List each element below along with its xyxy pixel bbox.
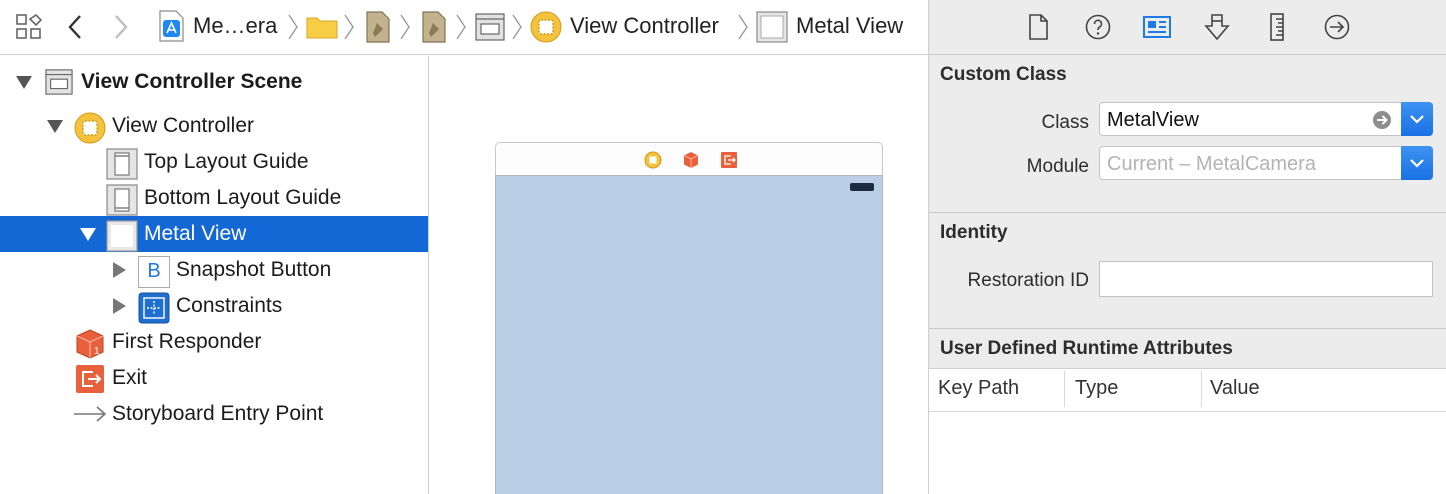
- outline-item-label: View Controller: [112, 114, 255, 137]
- breadcrumb-metal-view[interactable]: Metal View: [796, 13, 903, 39]
- view-controller-icon: [74, 112, 106, 144]
- outline-item-label: Top Layout Guide: [144, 150, 309, 173]
- entry-point-arrow-icon: [74, 406, 107, 422]
- outline-item-exit[interactable]: Exit: [0, 360, 428, 396]
- outline-item-first-responder[interactable]: 1 First Responder: [0, 324, 428, 360]
- folder-icon[interactable]: [306, 15, 338, 39]
- identity-title: Identity: [940, 222, 1008, 243]
- exit-dock-icon[interactable]: [720, 151, 738, 169]
- scene-icon[interactable]: [475, 13, 505, 41]
- first-responder-icon: 1: [76, 329, 104, 359]
- attributes-inspector-icon[interactable]: [1202, 12, 1232, 42]
- breadcrumb-project[interactable]: Me…era: [193, 13, 277, 39]
- column-separator: [1201, 371, 1202, 407]
- disclosure-triangle-icon[interactable]: [16, 76, 32, 89]
- restoration-id-field[interactable]: [1099, 261, 1433, 297]
- scene-icon: [45, 69, 73, 95]
- runtime-attributes-title: User Defined Runtime Attributes: [940, 338, 1233, 359]
- layout-guide-icon: [106, 148, 138, 180]
- class-dropdown-button[interactable]: [1401, 102, 1433, 136]
- outline-item-label: Bottom Layout Guide: [144, 186, 342, 209]
- section-divider: [929, 212, 1446, 213]
- class-label: Class: [1041, 112, 1089, 133]
- module-placeholder[interactable]: Current – MetalCamera: [1107, 153, 1316, 176]
- outline-item-storyboard-entry-point[interactable]: Storyboard Entry Point: [0, 396, 428, 432]
- disclosure-triangle-icon[interactable]: [47, 120, 63, 133]
- outline-item-label: Snapshot Button: [176, 258, 332, 281]
- outline-item-top-layout-guide[interactable]: Top Layout Guide: [0, 144, 428, 180]
- module-combo-box[interactable]: Current – MetalCamera: [1099, 146, 1433, 180]
- view-icon: [106, 220, 138, 252]
- breadcrumb-view-controller[interactable]: View Controller: [570, 13, 719, 39]
- view-icon[interactable]: [756, 11, 788, 43]
- view-controller-dock-icon[interactable]: [644, 151, 662, 169]
- chevron-down-icon: [1410, 115, 1424, 124]
- xcode-interface-builder: Me…era View Controller Metal View View C…: [0, 0, 1446, 494]
- outline-item-snapshot-button[interactable]: B Snapshot Button: [0, 252, 428, 288]
- forward-arrow-icon[interactable]: [112, 14, 130, 40]
- storyboard-file-icon[interactable]: [365, 11, 391, 43]
- go-to-class-arrow-icon[interactable]: [1372, 110, 1392, 130]
- exit-icon: [76, 365, 104, 393]
- header-bottom-border: [929, 411, 1446, 412]
- chevron-down-icon: [1410, 159, 1424, 168]
- quick-help-icon[interactable]: [1083, 12, 1113, 42]
- breadcrumb-separator-icon: [738, 14, 748, 40]
- battery-icon: [850, 183, 874, 191]
- column-header-key-path[interactable]: Key Path: [938, 377, 1019, 400]
- column-header-value[interactable]: Value: [1210, 377, 1260, 400]
- jump-bar: Me…era View Controller Metal View: [0, 0, 928, 55]
- outline-item-label: First Responder: [112, 330, 262, 353]
- outline-item-label: Exit: [112, 366, 148, 389]
- custom-class-title: Custom Class: [940, 64, 1067, 85]
- layout-guide-icon: [106, 184, 138, 216]
- column-separator: [1064, 371, 1065, 407]
- module-label: Module: [1026, 156, 1089, 177]
- button-icon-glyph: B: [147, 260, 161, 282]
- file-inspector-icon[interactable]: [1023, 12, 1053, 42]
- breadcrumb-separator-icon: [456, 14, 466, 40]
- breadcrumb-separator-icon: [344, 14, 354, 40]
- identity-inspector: Custom Class Class MetalView Module Curr…: [929, 0, 1446, 494]
- outline-item-view-controller[interactable]: View Controller: [0, 108, 428, 144]
- disclosure-triangle-icon[interactable]: [113, 298, 126, 314]
- outline-item-bottom-layout-guide[interactable]: Bottom Layout Guide: [0, 180, 428, 216]
- outline-item-label: Storyboard Entry Point: [112, 402, 324, 425]
- svg-text:1: 1: [94, 346, 100, 357]
- back-arrow-icon[interactable]: [66, 14, 84, 40]
- first-responder-dock-icon[interactable]: [682, 151, 700, 169]
- size-inspector-icon[interactable]: [1262, 12, 1292, 42]
- class-combo-box[interactable]: MetalView: [1099, 102, 1433, 136]
- identity-inspector-icon[interactable]: [1142, 12, 1172, 42]
- outline-item-label: Constraints: [176, 294, 283, 317]
- column-header-type[interactable]: Type: [1075, 377, 1118, 400]
- class-value[interactable]: MetalView: [1107, 109, 1199, 132]
- document-outline: View Controller Scene View Controller To…: [0, 56, 428, 494]
- section-divider: [929, 328, 1446, 329]
- breadcrumb-separator-icon: [512, 14, 522, 40]
- view-controller-icon[interactable]: [530, 11, 562, 43]
- button-icon: B: [138, 256, 170, 288]
- module-dropdown-button[interactable]: [1401, 146, 1433, 180]
- storyboard-base-icon[interactable]: [421, 11, 447, 43]
- storyboard-canvas[interactable]: [429, 56, 927, 494]
- outline-item-label: Metal View: [144, 222, 247, 245]
- related-items-grid-icon[interactable]: [15, 13, 43, 41]
- outline-item-scene[interactable]: View Controller Scene: [0, 64, 428, 100]
- outline-item-label: View Controller Scene: [81, 70, 303, 93]
- breadcrumb-separator-icon: [400, 14, 410, 40]
- outline-item-constraints[interactable]: Constraints: [0, 288, 428, 324]
- runtime-attributes-table[interactable]: Key Path Type Value: [929, 368, 1446, 494]
- metal-view-canvas[interactable]: [495, 175, 883, 494]
- outline-item-metal-view[interactable]: Metal View: [0, 216, 428, 252]
- scene-dock: [495, 142, 883, 175]
- connections-inspector-icon[interactable]: [1322, 12, 1352, 42]
- inspector-tab-bar: [929, 0, 1446, 55]
- constraints-icon: [138, 292, 170, 324]
- disclosure-triangle-icon[interactable]: [113, 262, 126, 278]
- project-file-icon[interactable]: [157, 10, 185, 42]
- restoration-id-label: Restoration ID: [967, 270, 1089, 291]
- breadcrumb-separator-icon: [288, 14, 298, 40]
- disclosure-triangle-icon[interactable]: [80, 228, 96, 241]
